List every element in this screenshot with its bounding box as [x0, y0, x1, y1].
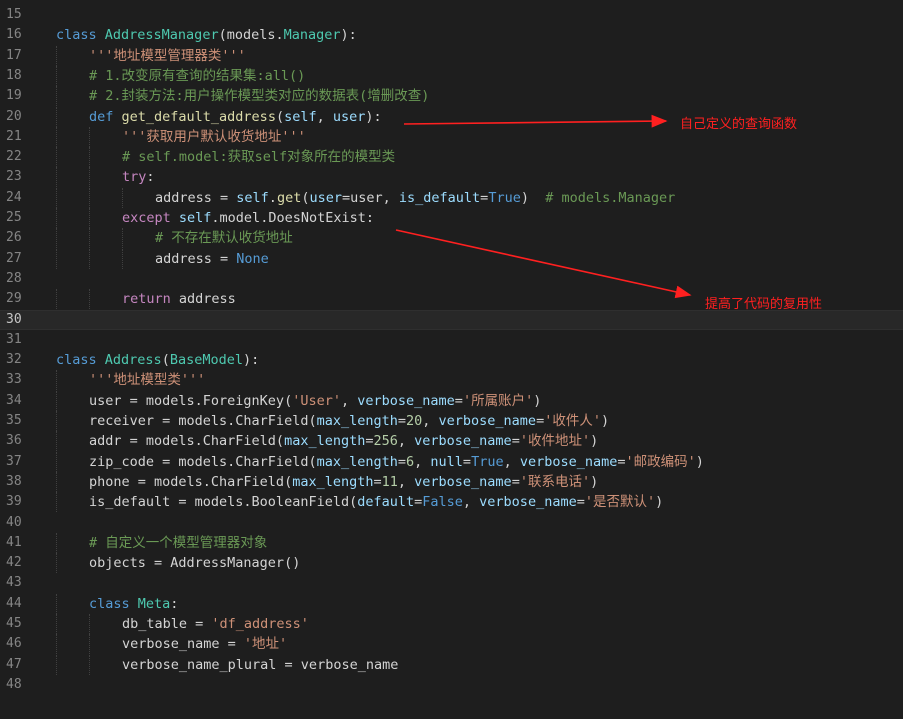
arrow-to-reuse-annotation: [395, 229, 692, 299]
annotation-arrows: [395, 114, 692, 299]
arrow-to-query-annotation: [403, 114, 668, 128]
annotation-reusability: 提高了代码的复用性: [705, 297, 823, 312]
annotation-self-defined-query: 自己定义的查询函数: [680, 117, 798, 132]
